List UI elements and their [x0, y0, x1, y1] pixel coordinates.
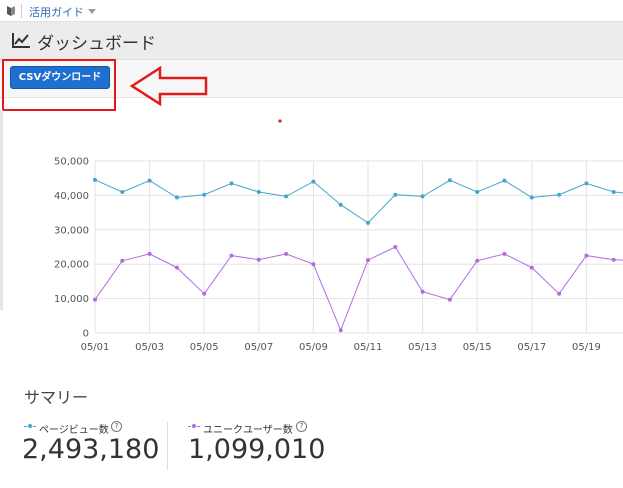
data-point — [584, 253, 589, 258]
data-point — [584, 181, 589, 186]
data-point — [475, 258, 480, 263]
data-point — [229, 253, 234, 258]
x-tick-label: 05/07 — [244, 342, 273, 353]
data-point — [147, 251, 152, 256]
data-point — [174, 195, 179, 200]
data-point — [393, 245, 398, 249]
x-tick-label: 05/13 — [408, 342, 437, 353]
data-point — [147, 178, 152, 183]
data-point — [529, 265, 534, 270]
page-header: ダッシュボード — [0, 22, 623, 60]
top-bar: 活用ガイド — [0, 0, 623, 22]
pageviews-value: 2,493,180 — [22, 434, 160, 465]
data-point — [284, 194, 289, 199]
data-point — [338, 202, 343, 207]
data-point — [93, 177, 97, 182]
users-value: 1,099,010 — [188, 434, 326, 465]
x-tick-label: 05/01 — [81, 342, 110, 353]
data-point — [229, 181, 234, 186]
guide-menu[interactable]: 活用ガイド — [29, 4, 84, 20]
book-icon — [7, 6, 15, 16]
series-line — [94, 179, 623, 224]
pageviews-legend-dot — [28, 424, 32, 428]
y-tick-label: 20,000 — [54, 260, 89, 271]
x-tick-label: 05/11 — [354, 342, 383, 353]
data-point — [502, 251, 507, 256]
data-point — [202, 291, 207, 296]
chart-trend-icon — [12, 33, 30, 48]
data-point — [202, 192, 207, 197]
summary-title: サマリー — [24, 388, 89, 407]
page-title: ダッシュボード — [37, 34, 156, 54]
data-point — [420, 289, 425, 294]
data-point — [502, 178, 507, 183]
y-tick-label: 50,000 — [54, 157, 89, 168]
data-point — [611, 257, 616, 262]
data-point — [256, 257, 261, 262]
data-point — [366, 220, 370, 225]
x-tick-label: 05/15 — [463, 342, 492, 353]
y-tick-label: 40,000 — [54, 191, 89, 202]
x-tick-label: 05/09 — [299, 342, 328, 353]
divider — [21, 4, 22, 18]
data-point — [311, 262, 316, 267]
series-line — [94, 246, 623, 332]
help-icon[interactable]: ? — [111, 421, 122, 432]
data-point — [174, 265, 179, 270]
data-point — [284, 251, 289, 256]
chevron-down-icon[interactable] — [88, 9, 96, 14]
red-dot-marker — [278, 119, 282, 123]
data-point — [256, 189, 261, 194]
data-point — [338, 328, 343, 333]
data-point — [475, 189, 480, 194]
data-point — [120, 258, 125, 263]
data-point — [393, 192, 398, 197]
data-point — [120, 189, 125, 194]
line-chart: 0 10,000 20,000 30,000 40,000 50,000 05/01 05/0… — [54, 119, 623, 353]
data-point — [420, 194, 425, 199]
data-point — [557, 291, 562, 296]
summary-divider — [167, 422, 168, 470]
data-point — [447, 297, 452, 302]
y-tick-label: 10,000 — [54, 294, 89, 305]
data-point — [447, 178, 452, 183]
data-point — [529, 195, 534, 200]
data-point — [366, 258, 370, 263]
x-tick-label: 05/19 — [572, 342, 601, 353]
x-tick-label: 05/03 — [135, 342, 164, 353]
help-icon[interactable]: ? — [296, 421, 307, 432]
y-tick-label: 0 — [83, 329, 89, 340]
data-point — [93, 297, 97, 302]
users-legend-dot — [192, 424, 196, 428]
y-tick-label: 30,000 — [54, 225, 89, 236]
data-point — [557, 192, 562, 197]
data-point — [611, 189, 616, 194]
data-point — [311, 179, 316, 184]
x-tick-label: 05/05 — [190, 342, 219, 353]
x-tick-label: 05/17 — [517, 342, 546, 353]
